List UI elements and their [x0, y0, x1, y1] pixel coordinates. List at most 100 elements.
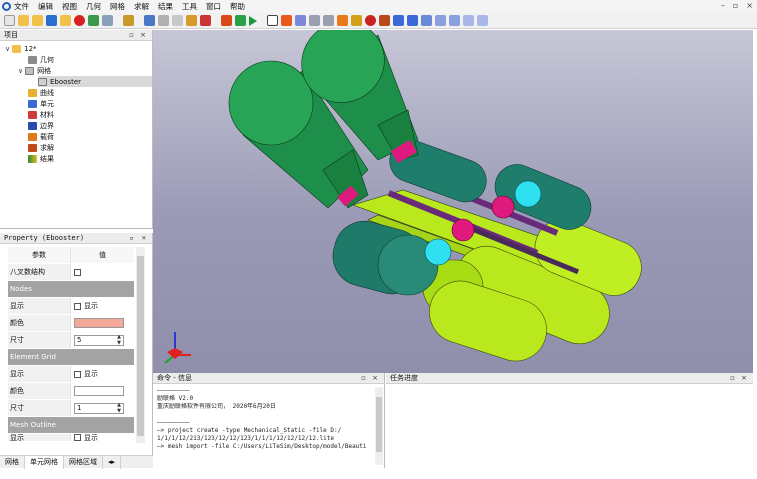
tree-item-ebooster[interactable]: Ebooster — [38, 76, 152, 87]
zoom-icon[interactable] — [309, 15, 320, 26]
chevron-down-icon[interactable]: ∨ — [18, 67, 23, 75]
pan-icon[interactable] — [323, 15, 334, 26]
select-cursor-icon[interactable] — [267, 15, 278, 26]
property-group-element-grid[interactable]: Element Grid — [8, 349, 134, 366]
tree-item-label: 结果 — [40, 154, 54, 163]
property-group-mesh-outline[interactable]: Mesh Outline — [8, 417, 134, 434]
view-front-icon[interactable] — [407, 15, 418, 26]
rotate-icon[interactable] — [295, 15, 306, 26]
octree-checkbox[interactable] — [74, 268, 81, 276]
tree-item-result[interactable]: 结果 — [28, 153, 54, 164]
nodes-show-checkbox[interactable] — [74, 302, 81, 310]
tab-scroll-arrows-icon[interactable]: ◂▸ — [103, 455, 122, 469]
property-label: 八叉数结构 — [8, 264, 70, 280]
nodes-color-swatch[interactable] — [74, 318, 124, 328]
fit-icon[interactable] — [337, 15, 348, 26]
color-icon[interactable] — [365, 15, 376, 26]
open-folder-icon[interactable] — [18, 15, 29, 26]
box-icon[interactable] — [172, 15, 183, 26]
menu-solve[interactable]: 求解 — [134, 1, 149, 12]
eg-size-spinbox[interactable]: 1 ▲ ▼ — [74, 402, 124, 414]
property-scrollbar[interactable] — [136, 247, 145, 443]
menu-file[interactable]: 文件 — [14, 1, 29, 12]
view-top-icon[interactable] — [463, 15, 474, 26]
tree-item-boundary[interactable]: 边界 — [28, 120, 54, 131]
tree-item-geometry[interactable]: 几何 — [28, 54, 54, 65]
eg-show-checkbox[interactable] — [74, 370, 81, 378]
scrollbar-thumb[interactable] — [376, 397, 382, 452]
save-icon[interactable] — [46, 15, 57, 26]
material-icon[interactable] — [186, 15, 197, 26]
tree-item-label: 单元 — [40, 99, 54, 108]
tab-mesh-region[interactable]: 网格区域 — [64, 455, 103, 469]
boundary-icon[interactable] — [200, 15, 211, 26]
view-back-icon[interactable] — [421, 15, 432, 26]
command-output[interactable]: ————————— 励联格 V2.0 重庆励联格软件有限公司， 2020年6月2… — [157, 387, 373, 465]
command-panel: 命令 - 信息 ▫ × ————————— 励联格 V2.0 重庆励联格软件有限… — [153, 373, 385, 468]
property-panel-title: Property (Ebooster) — [4, 234, 85, 242]
task-panel-controls[interactable]: ▫ × — [730, 374, 749, 382]
3d-viewport[interactable] — [153, 30, 753, 373]
command-scrollbar[interactable] — [375, 387, 383, 465]
close-button[interactable]: × — [746, 1, 753, 10]
menu-view[interactable]: 视图 — [62, 1, 77, 12]
import-icon[interactable] — [60, 15, 71, 26]
eg-color-swatch[interactable] — [74, 386, 124, 396]
load-icon[interactable] — [221, 15, 232, 26]
model-render — [164, 30, 642, 364]
pick-icon[interactable] — [281, 15, 292, 26]
tree-item-solve[interactable]: 求解 — [28, 142, 54, 153]
open-recent-icon[interactable] — [32, 15, 43, 26]
cube-icon[interactable] — [158, 15, 169, 26]
restore-button[interactable]: ▫ — [733, 1, 738, 10]
mesh-icon — [25, 66, 35, 75]
menu-window[interactable]: 窗口 — [206, 1, 221, 12]
cyan-sphere — [424, 238, 452, 266]
spin-arrows-icon[interactable]: ▲ ▼ — [117, 402, 121, 414]
tree-item-load[interactable]: 载荷 — [28, 131, 54, 142]
mo-show-checkbox[interactable] — [74, 434, 81, 441]
view-bottom-icon[interactable] — [477, 15, 488, 26]
layer-icon[interactable] — [123, 15, 134, 26]
chevron-down-icon[interactable]: ∨ — [5, 45, 10, 53]
tree-item-curve[interactable]: 曲线 — [28, 87, 54, 98]
property-group-nodes[interactable]: Nodes — [8, 281, 134, 298]
menu-geometry[interactable]: 几何 — [86, 1, 101, 12]
minimize-button[interactable]: – — [721, 1, 725, 10]
mesh-tool-icon[interactable] — [88, 15, 99, 26]
tree-root-label: 12* — [24, 44, 37, 53]
solver-icon[interactable] — [235, 15, 246, 26]
nodes-size-spinbox[interactable]: 5 ▲ ▼ — [74, 334, 124, 346]
menu-results[interactable]: 结果 — [158, 1, 173, 12]
menu-tools[interactable]: 工具 — [182, 1, 197, 12]
left-panel-tabs: 网格 单元网格 网格区域 ◂▸ — [0, 455, 153, 469]
property-panel-controls[interactable]: ▫ × — [129, 234, 148, 242]
spin-arrows-icon[interactable]: ▲ ▼ — [117, 334, 121, 346]
light-icon[interactable] — [351, 15, 362, 26]
tree-item-element[interactable]: 单元 — [28, 98, 54, 109]
property-label: 显示 — [8, 366, 70, 382]
command-panel-controls[interactable]: ▫ × — [361, 374, 380, 382]
menu-help[interactable]: 帮助 — [230, 1, 245, 12]
tree-item-material[interactable]: 材料 — [28, 109, 54, 120]
menu-edit[interactable]: 编辑 — [38, 1, 53, 12]
menu-mesh[interactable]: 网格 — [110, 1, 125, 12]
tab-element-mesh[interactable]: 单元网格 — [25, 455, 64, 469]
project-panel-controls[interactable]: ▫ × — [129, 31, 148, 39]
tree-root[interactable]: ∨ 12* — [5, 43, 37, 54]
render-icon[interactable] — [379, 15, 390, 26]
view-iso-icon[interactable] — [393, 15, 404, 26]
tree-item-mesh[interactable]: ∨ 网格 — [18, 65, 51, 76]
run-icon[interactable] — [249, 15, 257, 26]
scrollbar-thumb[interactable] — [137, 256, 144, 436]
tree-item-label: 求解 — [40, 143, 54, 152]
view-right-icon[interactable] — [449, 15, 460, 26]
tree-item-label: 几何 — [40, 55, 54, 64]
stop-icon[interactable] — [74, 15, 85, 26]
tab-mesh[interactable]: 网格 — [0, 455, 25, 469]
view-left-icon[interactable] — [435, 15, 446, 26]
toolbar — [0, 13, 757, 29]
grid-icon[interactable] — [144, 15, 155, 26]
geometry-tool-icon[interactable] — [102, 15, 113, 26]
new-file-icon[interactable] — [4, 15, 15, 26]
